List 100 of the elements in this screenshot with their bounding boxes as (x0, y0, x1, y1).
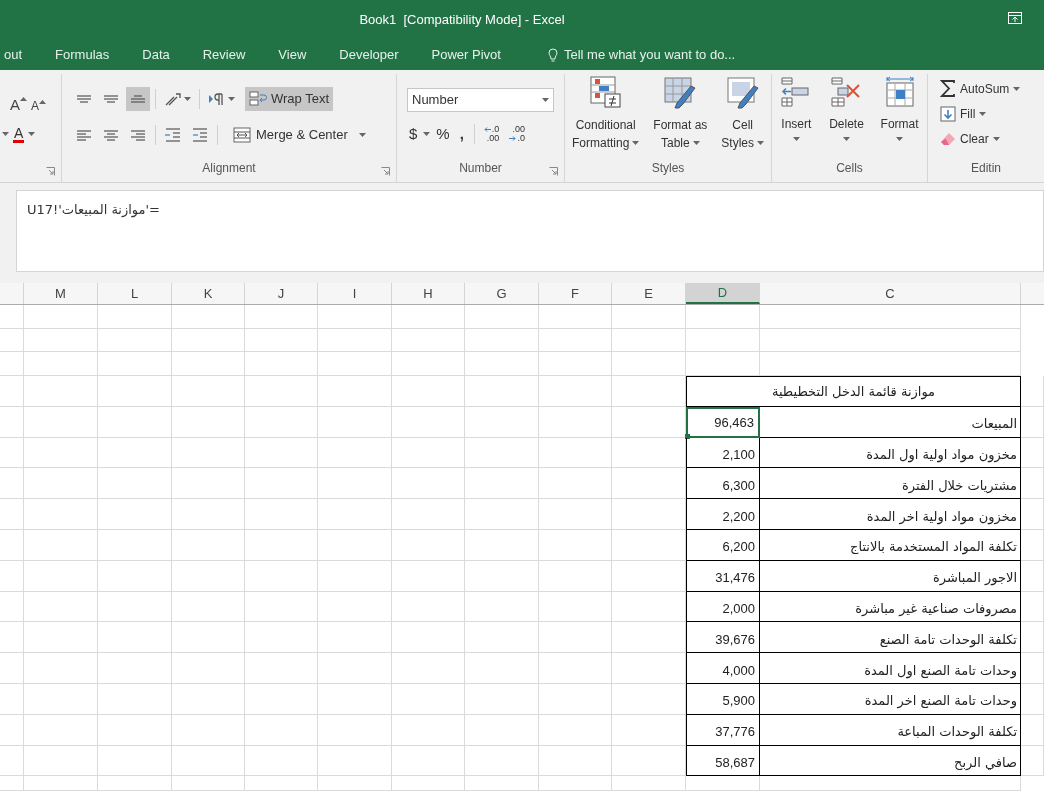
ribbon-tab[interactable]: Review (202, 45, 246, 65)
empty-cell[interactable] (318, 591, 392, 623)
row-header[interactable] (0, 499, 24, 531)
empty-cell[interactable] (465, 352, 539, 377)
ribbon-tab[interactable]: Developer (339, 45, 399, 65)
table-cell[interactable]: 5,900 (686, 684, 760, 715)
empty-cell[interactable] (392, 352, 465, 377)
empty-cell[interactable] (318, 328, 392, 353)
empty-cell[interactable] (465, 328, 539, 353)
row-header[interactable] (0, 776, 24, 791)
empty-cell[interactable] (1021, 406, 1044, 438)
grow-font-button[interactable]: A (10, 97, 27, 112)
empty-cell[interactable] (24, 530, 98, 561)
empty-cell[interactable] (24, 406, 98, 438)
column-header[interactable]: D (686, 283, 760, 304)
empty-cell[interactable] (24, 591, 98, 623)
empty-cell[interactable] (98, 653, 172, 685)
column-header[interactable]: J (245, 283, 318, 304)
column-header[interactable]: H (392, 283, 465, 304)
editing-button[interactable]: AutoSum (940, 78, 1044, 99)
empty-cell[interactable] (98, 684, 172, 715)
table-cell[interactable]: 6,200 (686, 530, 760, 561)
empty-cell[interactable] (318, 776, 392, 791)
dialog-launcher-icon[interactable] (381, 167, 390, 176)
empty-cell[interactable] (612, 684, 686, 715)
table-cell[interactable]: 31,476 (686, 560, 760, 592)
empty-cell[interactable] (539, 714, 612, 746)
empty-cell[interactable] (1021, 530, 1044, 561)
empty-cell[interactable] (539, 328, 612, 353)
empty-cell[interactable] (392, 328, 465, 353)
empty-cell[interactable] (392, 745, 465, 777)
empty-cell[interactable] (760, 328, 1021, 353)
empty-cell[interactable] (172, 591, 245, 623)
table-cell[interactable]: 4,000 (686, 653, 760, 685)
empty-cell[interactable] (318, 560, 392, 592)
wrap-text-button[interactable]: Wrap Text (245, 87, 334, 111)
empty-cell[interactable] (465, 376, 539, 407)
empty-cell[interactable] (98, 560, 172, 592)
empty-cell[interactable] (539, 468, 612, 500)
empty-cell[interactable] (24, 714, 98, 746)
number-format-dropdown[interactable]: Number (407, 88, 554, 112)
column-header[interactable]: G (465, 283, 539, 304)
empty-cell[interactable] (245, 776, 318, 791)
empty-cell[interactable] (465, 530, 539, 561)
empty-cell[interactable] (24, 352, 98, 377)
decrease-decimal-button[interactable]: .00 .0 (506, 122, 528, 146)
empty-cell[interactable] (1021, 622, 1044, 654)
comma-button[interactable]: , (455, 122, 468, 146)
empty-cell[interactable] (318, 437, 392, 469)
currency-button[interactable]: $ (407, 122, 420, 146)
row-header[interactable] (0, 328, 24, 353)
empty-cell[interactable] (318, 745, 392, 777)
empty-cell[interactable] (98, 745, 172, 777)
ribbon-tab[interactable]: View (278, 45, 307, 65)
empty-cell[interactable] (612, 745, 686, 777)
table-cell[interactable]: 96,463 (686, 406, 760, 438)
empty-cell[interactable] (98, 714, 172, 746)
empty-cell[interactable] (1021, 714, 1044, 746)
empty-cell[interactable] (318, 376, 392, 407)
table-cell[interactable]: 6,300 (686, 468, 760, 500)
row-header[interactable] (0, 376, 24, 407)
empty-cell[interactable] (539, 530, 612, 561)
empty-cell[interactable] (1021, 653, 1044, 685)
empty-cell[interactable] (24, 776, 98, 791)
empty-cell[interactable] (539, 591, 612, 623)
styles-button[interactable]: Conditional Formatting (572, 76, 640, 152)
empty-cell[interactable] (539, 406, 612, 438)
empty-cell[interactable] (318, 684, 392, 715)
empty-cell[interactable] (465, 305, 539, 329)
empty-cell[interactable] (465, 745, 539, 777)
empty-cell[interactable] (612, 591, 686, 623)
row-header[interactable] (0, 406, 24, 438)
empty-cell[interactable] (465, 591, 539, 623)
row-header[interactable] (0, 468, 24, 500)
empty-cell[interactable] (1021, 591, 1044, 623)
empty-cell[interactable] (539, 560, 612, 592)
empty-cell[interactable] (612, 530, 686, 561)
dialog-launcher-icon[interactable] (549, 167, 558, 176)
empty-cell[interactable] (98, 468, 172, 500)
shrink-font-button[interactable]: A (31, 100, 47, 112)
empty-cell[interactable] (172, 376, 245, 407)
empty-cell[interactable] (392, 653, 465, 685)
formula-bar[interactable]: ='موازنة المبيعات'!U17 (16, 190, 1044, 272)
empty-cell[interactable] (318, 499, 392, 531)
cells-button[interactable]: Insert (780, 76, 813, 141)
empty-cell[interactable] (245, 714, 318, 746)
empty-cell[interactable] (686, 352, 760, 377)
table-cell[interactable]: 2,000 (686, 591, 760, 623)
empty-cell[interactable] (539, 352, 612, 377)
empty-cell[interactable] (172, 530, 245, 561)
empty-cell[interactable] (612, 406, 686, 438)
empty-cell[interactable] (98, 328, 172, 353)
empty-cell[interactable] (24, 376, 98, 407)
empty-cell[interactable] (245, 468, 318, 500)
empty-cell[interactable] (24, 622, 98, 654)
empty-cell[interactable] (245, 437, 318, 469)
empty-cell[interactable] (98, 352, 172, 377)
empty-cell[interactable] (318, 406, 392, 438)
empty-cell[interactable] (760, 305, 1021, 329)
empty-cell[interactable] (318, 622, 392, 654)
